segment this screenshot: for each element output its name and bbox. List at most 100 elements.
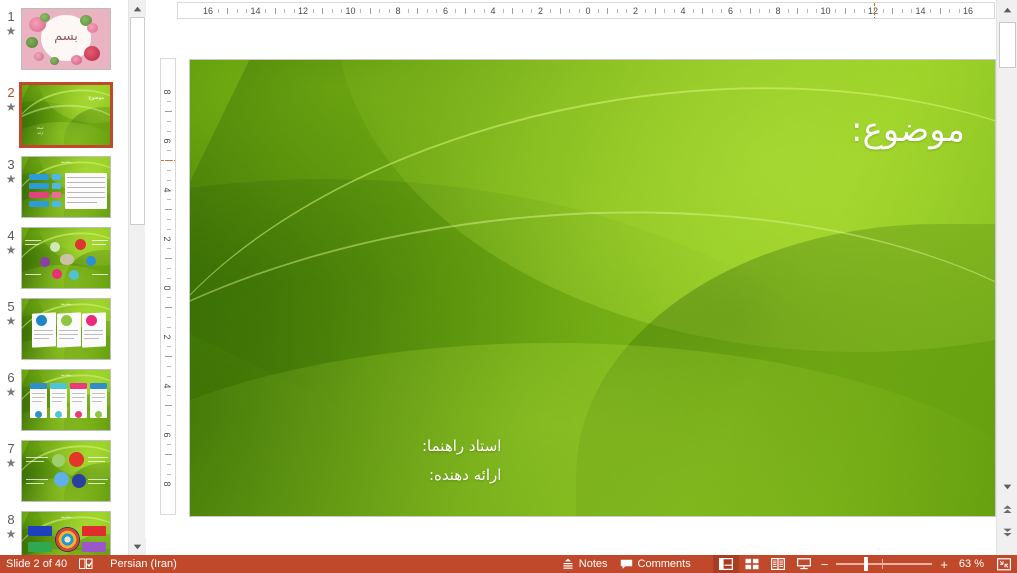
ruler-tick xyxy=(167,316,171,318)
zoom-out-button[interactable]: − xyxy=(817,558,833,571)
ruler-indent-marker[interactable] xyxy=(161,160,175,162)
thumbnail-number: 6 xyxy=(7,370,15,385)
reading-view-button[interactable] xyxy=(765,555,791,573)
ruler-tick xyxy=(165,307,172,309)
thumbnail-slide-7[interactable]: 7 ★ xyxy=(0,438,128,509)
ruler-tick xyxy=(512,8,513,14)
normal-view-icon xyxy=(718,558,733,570)
thumbnail-frame[interactable]: مقدمه xyxy=(21,511,111,555)
ruler-label: 6 xyxy=(727,6,734,16)
ruler-tick xyxy=(474,9,475,13)
slide-subtitle-line-2: ارائه دهنده: xyxy=(428,466,502,484)
previous-slide-button[interactable] xyxy=(997,500,1017,519)
ruler-tick xyxy=(167,179,171,181)
ruler-tick xyxy=(702,8,703,14)
thumbnail-number: 4 xyxy=(7,228,15,243)
ruler-tick xyxy=(167,267,171,269)
thumbnail-number: 8 xyxy=(7,512,15,527)
ruler-tick xyxy=(167,150,171,152)
thumbnail-frame[interactable] xyxy=(21,227,111,289)
thumbnail-slide-3[interactable]: 3 ★ مقدمه xyxy=(0,154,128,225)
thumbnail-frame[interactable]: موضوع: استاد: ارائه: xyxy=(19,82,113,148)
thumbnail-frame[interactable]: مقدمه xyxy=(21,298,111,360)
notes-label: Notes xyxy=(578,558,608,570)
thumbnail-frame[interactable] xyxy=(21,440,111,502)
thumbnail-frame[interactable]: بسم xyxy=(21,8,111,70)
thumbnail-meta: 5 ★ xyxy=(2,300,20,328)
slide-editing-area[interactable]: موضوع: استاد راهنما: ارائه دهنده: xyxy=(178,22,996,533)
ruler-tick xyxy=(167,120,171,122)
ruler-label: 6 xyxy=(162,137,172,144)
slide-thumbnail-pane[interactable]: 1 ★ بسم 2 ★ موضوع: استاد: ارائه: 3 ★ مقد… xyxy=(0,0,128,555)
ruler-tick xyxy=(322,8,323,14)
scroll-up-button[interactable] xyxy=(997,0,1017,19)
thumbnail-slide-2[interactable]: 2 ★ موضوع: استاد: ارائه: xyxy=(0,82,128,153)
ruler-tick xyxy=(369,8,371,14)
spelling-check-button[interactable] xyxy=(73,555,104,573)
ruler-tick xyxy=(559,8,561,14)
zoom-slider[interactable] xyxy=(836,555,933,573)
thumbnail-preview xyxy=(22,441,110,501)
ruler-tick xyxy=(341,9,342,13)
ruler-tick xyxy=(958,9,960,13)
ruler-tick xyxy=(607,8,608,14)
next-slide-button[interactable] xyxy=(997,523,1017,542)
comments-button[interactable]: Comments xyxy=(614,555,697,573)
scroll-up-button[interactable] xyxy=(129,0,146,17)
fit-to-window-icon xyxy=(997,557,1011,571)
ruler-tick xyxy=(165,111,172,113)
slide-sorter-view-button[interactable] xyxy=(739,555,765,573)
ruler-indent-marker[interactable] xyxy=(874,3,875,18)
horizontal-ruler[interactable]: 16 14 12 10 8 6 4 2 0 2 4 6 8 10 12 14 16 xyxy=(177,2,995,19)
slide-subtitle-block[interactable]: استاد راهنما: ارائه دهنده: xyxy=(422,432,501,490)
scroll-down-button[interactable] xyxy=(129,538,146,555)
spelling-check-icon xyxy=(79,558,93,570)
scroll-down-button[interactable] xyxy=(997,477,1017,496)
vertical-ruler[interactable]: 8 6 4 2 0 2 4 6 8 xyxy=(160,58,176,515)
thumbnail-slide-5[interactable]: 5 ★ مقدمه xyxy=(0,296,128,367)
ruler-tick xyxy=(483,9,485,13)
zoom-in-button[interactable]: + xyxy=(936,558,952,571)
normal-view-button[interactable] xyxy=(712,555,739,573)
zoom-level-label[interactable]: 63 % xyxy=(952,558,991,570)
zoom-slider-handle[interactable] xyxy=(864,557,869,571)
thumbnail-number: 7 xyxy=(7,441,15,456)
ruler-tick xyxy=(768,9,770,13)
ruler-tick xyxy=(284,9,285,13)
current-slide[interactable]: موضوع: استاد راهنما: ارائه دهنده: xyxy=(190,60,995,516)
ruler-tick xyxy=(312,9,314,13)
slide-counter[interactable]: Slide 2 of 40 xyxy=(0,555,73,573)
thumbnail-slide-8[interactable]: 8 ★ مقدمه xyxy=(0,509,128,555)
zoom-slider-track xyxy=(836,563,933,565)
animation-star-icon: ★ xyxy=(5,314,17,328)
slide-show-view-button[interactable] xyxy=(791,555,817,573)
ruler-label: 2 xyxy=(162,333,172,340)
fit-to-window-button[interactable] xyxy=(991,555,1017,573)
thumbnail-slide-4[interactable]: 4 ★ xyxy=(0,225,128,296)
ruler-label: 2 xyxy=(162,235,172,242)
thumbnail-meta: 7 ★ xyxy=(2,442,20,470)
slide-title-text[interactable]: موضوع: xyxy=(851,110,965,150)
thumbnail-frame[interactable]: مقدمه xyxy=(21,369,111,431)
ruler-tick xyxy=(293,9,295,13)
notes-icon xyxy=(562,558,574,570)
thumbnail-slide-1[interactable]: 1 ★ بسم xyxy=(0,6,128,77)
ruler-tick xyxy=(550,9,551,13)
thumbnail-slide-6[interactable]: 6 ★ مقدمه xyxy=(0,367,128,438)
main-vertical-scrollbar[interactable] xyxy=(996,0,1017,555)
thumbnail-frame[interactable]: مقدمه xyxy=(21,156,111,218)
slide-counter-label: Slide 2 of 40 xyxy=(6,558,68,570)
ruler-tick xyxy=(939,8,941,14)
zoom-slider-midpoint xyxy=(882,559,884,569)
scrollbar-thumb[interactable] xyxy=(130,17,145,225)
thumbnail-meta: 4 ★ xyxy=(2,229,20,257)
animation-star-icon: ★ xyxy=(5,100,17,114)
ruler-label: 6 xyxy=(442,6,449,16)
ruler-tick xyxy=(721,9,722,13)
thumbnail-pane-scrollbar[interactable] xyxy=(128,0,146,555)
ruler-label: 2 xyxy=(537,6,544,16)
scrollbar-thumb[interactable] xyxy=(999,22,1016,68)
ruler-label: 16 xyxy=(962,6,974,16)
notes-button[interactable]: Notes xyxy=(556,555,614,573)
language-indicator[interactable]: Persian (Iran) xyxy=(104,555,183,573)
